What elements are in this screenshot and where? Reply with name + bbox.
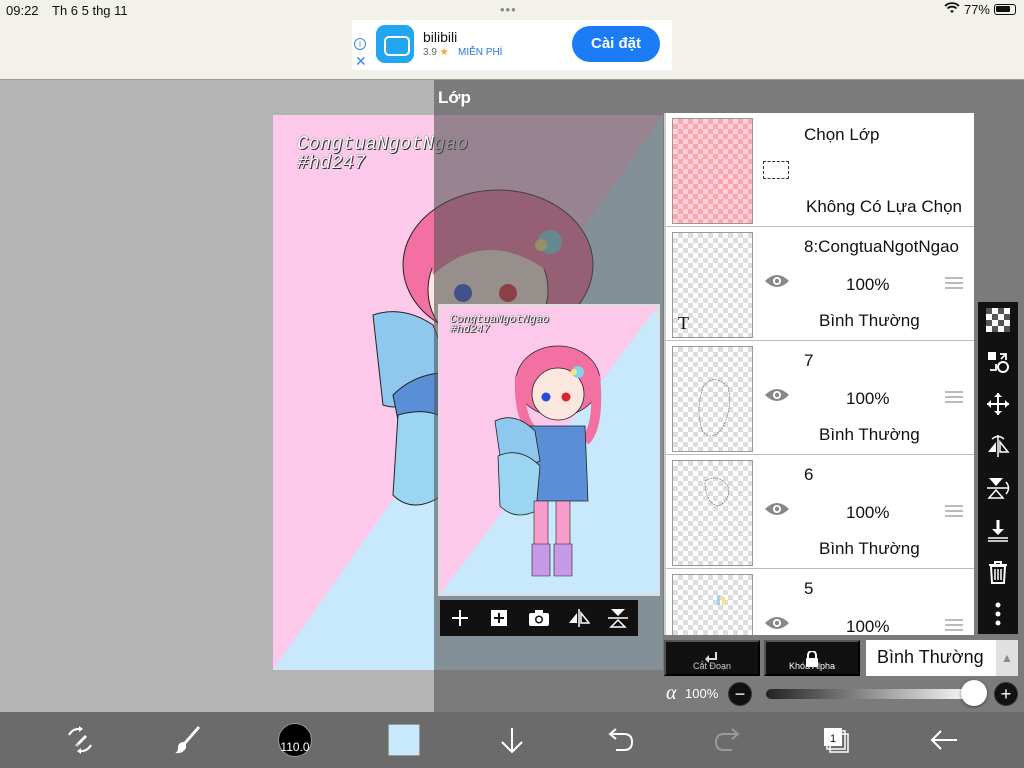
move-icon[interactable] [984, 390, 1012, 418]
layer-tools-column [978, 302, 1018, 634]
layer-row[interactable]: T 8:CongtuaNgotNgao 100% Bình Thường [666, 227, 974, 341]
status-date: Th 6 5 thg 11 [52, 3, 128, 18]
layer-name: 8:CongtuaNgotNgao [804, 237, 960, 256]
bilibili-app-icon[interactable] [376, 25, 414, 63]
layer-opacity: 100% [846, 617, 890, 635]
alpha-slider-knob[interactable] [961, 680, 987, 706]
flip-horizontal-icon[interactable] [564, 603, 594, 633]
add-layer-icon[interactable] [445, 603, 475, 633]
color-swatch-icon[interactable] [386, 722, 422, 758]
layer-thumbnail [672, 574, 753, 635]
status-bar: 09:22 Th 6 5 thg 11 ••• 77% [0, 0, 1024, 20]
camera-icon[interactable] [524, 603, 554, 633]
layer-name: 5 [804, 579, 814, 598]
layer-thumbnail [672, 346, 753, 452]
battery-percent: 77% [963, 2, 990, 17]
selection-marquee-icon [763, 161, 789, 179]
trash-icon[interactable] [984, 558, 1012, 586]
alpha-symbol: α [666, 682, 677, 704]
undo-icon[interactable] [602, 722, 638, 758]
layer-name: 7 [804, 351, 814, 370]
flip-h-icon[interactable] [984, 432, 1012, 460]
battery-icon [994, 4, 1016, 15]
status-right: 77% [944, 2, 1016, 17]
layers-icon[interactable]: 1 [818, 722, 854, 758]
download-icon[interactable] [494, 722, 530, 758]
eye-icon[interactable] [764, 501, 790, 522]
ad-price: MIỄN PHÍ [458, 47, 503, 58]
preview-drawing [440, 306, 658, 594]
eye-icon[interactable] [764, 615, 790, 635]
selection-layer-row[interactable]: Chọn Lớp Không Có Lựa Chọn [666, 113, 974, 227]
alpha-value: 100% [685, 686, 719, 701]
layer-panel[interactable]: Lớp CongtuaNgotNgao #hd247 Chọn Lớp Khôn… [434, 80, 1024, 712]
transform-tool-icon[interactable] [62, 722, 98, 758]
eye-icon[interactable] [764, 387, 790, 408]
status-time: 09:22 [6, 3, 39, 18]
alpha-lock-button[interactable]: Khóa Alpha [764, 640, 860, 676]
drag-handle-icon[interactable] [944, 617, 964, 635]
preview-toolbar [440, 600, 638, 636]
layer-name: 6 [804, 465, 814, 484]
selection-status: Không Có Lựa Chọn [806, 197, 962, 216]
transform-icon[interactable] [984, 348, 1012, 376]
alpha-row: α 100% − + [664, 680, 1024, 708]
ad-info-icon[interactable]: i [354, 38, 366, 50]
layer-row[interactable]: 7 100% Bình Thường [666, 341, 974, 455]
transparency-icon[interactable] [984, 306, 1012, 334]
drag-handle-icon[interactable] [944, 503, 964, 524]
ad-bar: i ✕ bilibili 3.9 ★ MIỄN PHÍ Cài đặt [0, 20, 1024, 80]
ad-rating: 3.9 ★ [423, 47, 449, 58]
bottom-toolbar: 110.0 1 [0, 712, 1024, 768]
add-copy-layer-icon[interactable] [484, 603, 514, 633]
alpha-increase-button[interactable]: + [994, 682, 1018, 706]
ad-app-name: bilibili [423, 29, 458, 45]
multitask-dots[interactable]: ••• [500, 2, 517, 17]
drag-handle-icon[interactable] [944, 275, 964, 296]
layer-blend-mode: Bình Thường [819, 311, 920, 330]
layer-opacity: 100% [846, 275, 890, 294]
alpha-slider[interactable] [766, 689, 974, 699]
layer-thumbnail: T [672, 232, 753, 338]
layer-opacity: 100% [846, 389, 890, 408]
flip-vertical-icon[interactable] [603, 603, 633, 633]
ad-banner[interactable]: i ✕ bilibili 3.9 ★ MIỄN PHÍ Cài đặt [352, 20, 672, 70]
layer-controls: Cắt Đoạn Khóa Alpha Bình Thường ▲ [664, 640, 1024, 676]
drag-handle-icon[interactable] [944, 389, 964, 410]
brush-icon[interactable] [170, 722, 206, 758]
merge-down-icon[interactable] [984, 516, 1012, 544]
back-icon[interactable] [926, 722, 962, 758]
wifi-icon [944, 2, 960, 17]
layer-panel-title: Lớp [438, 88, 471, 107]
layer-opacity: 100% [846, 503, 890, 522]
flip-v-icon[interactable] [984, 474, 1012, 502]
layer-count: 1 [830, 733, 836, 745]
clipping-button[interactable]: Cắt Đoạn [664, 640, 760, 676]
blend-mode-arrow-icon[interactable]: ▲ [996, 640, 1018, 676]
selection-layer-thumbnail [672, 118, 753, 224]
layer-row[interactable]: 6 100% Bình Thường [666, 455, 974, 569]
layer-blend-mode: Bình Thường [819, 539, 920, 558]
layer-row[interactable]: 5 100% [666, 569, 974, 635]
selection-layer-name: Chọn Lớp [804, 125, 880, 144]
star-icon: ★ [439, 47, 449, 58]
alpha-decrease-button[interactable]: − [728, 682, 752, 706]
redo-icon[interactable] [710, 722, 746, 758]
blend-mode-select[interactable]: Bình Thường [866, 640, 996, 676]
layer-thumbnail [672, 460, 753, 566]
more-icon[interactable] [984, 600, 1012, 628]
brush-size-value[interactable]: 110.0 [278, 723, 312, 757]
ad-close-icon[interactable]: ✕ [355, 53, 367, 70]
brush-size-icon[interactable]: 110.0 [277, 722, 313, 758]
current-color-swatch[interactable] [388, 724, 420, 756]
text-layer-icon: T [678, 313, 689, 333]
eye-icon[interactable] [764, 273, 790, 294]
preview-watermark: CongtuaNgotNgao #hd247 [450, 314, 550, 336]
layer-blend-mode: Bình Thường [819, 425, 920, 444]
layer-list[interactable]: Chọn Lớp Không Có Lựa Chọn T 8:CongtuaNg… [664, 113, 974, 635]
canvas-preview: CongtuaNgotNgao #hd247 [438, 304, 660, 596]
install-button[interactable]: Cài đặt [572, 26, 660, 62]
